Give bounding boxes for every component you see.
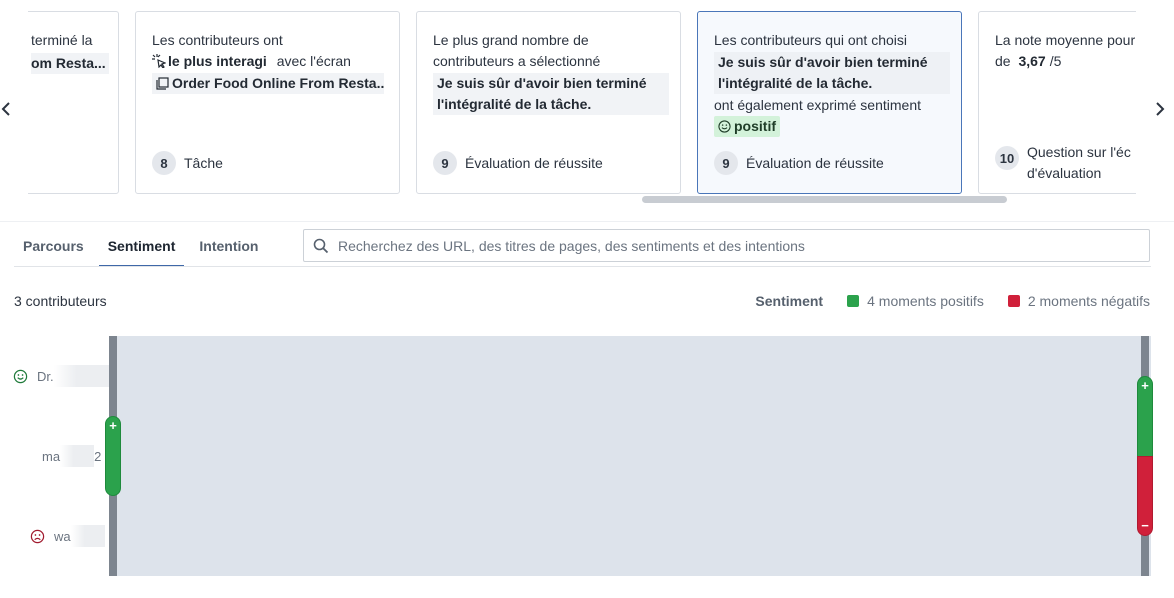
positive-moment-marker[interactable]: + — [105, 416, 121, 496]
tab-sentiment[interactable]: Sentiment — [98, 230, 185, 267]
insight-card[interactable]: terminé la om Resta... — [28, 11, 119, 194]
contributor-name-suffix: 2 — [94, 448, 102, 464]
card-category: Évaluation de réussite — [746, 155, 884, 171]
sentiment-timeline — [109, 336, 1151, 576]
insight-card[interactable]: La note moyenne pour de 3,67/5 10 Questi… — [978, 11, 1136, 194]
answer-pill: Je suis sûr d'avoir bien terminé l'intég… — [433, 73, 669, 115]
search-box — [303, 229, 1150, 262]
search-icon — [313, 238, 329, 254]
card-category: Évaluation de réussite — [465, 155, 603, 171]
card-category: Question sur l'éc — [1027, 144, 1131, 160]
card-category-2: d'évaluation — [1027, 165, 1102, 181]
contributor-row[interactable]: wa — [30, 525, 105, 547]
magic-cursor-icon — [152, 54, 167, 69]
minus-icon: − — [1141, 518, 1149, 533]
contributor-name: ma — [42, 448, 61, 464]
legend-negative-label: 2 moments négatifs — [1027, 293, 1150, 309]
redacted-name — [60, 445, 95, 467]
card-pill: om Resta... — [31, 53, 109, 74]
rating-value: 3,67 — [1018, 53, 1046, 69]
card-text: terminé la — [31, 32, 93, 48]
count-badge: 8 — [152, 151, 176, 175]
card-text: Le plus grand nombre de contributeurs a … — [433, 32, 601, 69]
redacted-name — [53, 365, 110, 387]
screen-pill: Order Food Online From Resta... — [172, 75, 384, 91]
tab-intention[interactable]: Intention — [190, 230, 267, 267]
redacted-name — [70, 525, 105, 547]
positive-moment-marker[interactable]: + — [1137, 376, 1153, 458]
search-input[interactable] — [338, 230, 1138, 261]
insight-card[interactable]: Les contributeurs ont le plus interagi a… — [135, 11, 400, 194]
insight-card[interactable]: Le plus grand nombre de contributeurs a … — [416, 11, 681, 194]
card-text-2: ont également exprimé sentiment — [714, 97, 921, 113]
count-badge: 9 — [714, 151, 738, 175]
contributor-name: wa — [54, 528, 71, 544]
negative-swatch — [1007, 295, 1020, 307]
contributor-name: Dr. — [37, 368, 54, 384]
legend-positive[interactable]: 4 moments positifs — [847, 293, 984, 309]
plus-icon: + — [1141, 378, 1149, 393]
card-text-de: de — [995, 53, 1011, 69]
contributor-row[interactable]: Dr. — [13, 365, 110, 387]
screen-icon — [156, 77, 169, 90]
sentiment-pill: positif — [734, 118, 776, 134]
view-tabs: Parcours Sentiment Intention — [14, 230, 274, 267]
card-category: Tâche — [184, 155, 223, 171]
card-text: La note moyenne pour — [995, 32, 1136, 48]
contributor-list: Dr. ma 2 wa — [0, 336, 110, 576]
interaction-pill: le plus interagi — [168, 53, 267, 69]
chevron-left-icon[interactable] — [0, 100, 14, 118]
positive-swatch — [847, 295, 860, 307]
card-text: Les contributeurs qui ont choisi — [714, 32, 907, 48]
contributor-row[interactable]: ma 2 — [42, 445, 101, 467]
negative-moment-marker[interactable]: − — [1137, 456, 1153, 536]
section-divider — [0, 221, 1174, 222]
count-badge: 10 — [995, 146, 1019, 170]
insights-carousel: terminé la om Resta... Les contributeurs… — [0, 0, 1174, 222]
cards-viewport: terminé la om Resta... Les contributeurs… — [28, 11, 1136, 194]
sentiment-legend: Sentiment 4 moments positifs 2 moments n… — [755, 293, 1150, 309]
legend-negative[interactable]: 2 moments négatifs — [1007, 293, 1150, 309]
tabs-divider — [14, 266, 1151, 267]
insight-card-selected[interactable]: Les contributeurs qui ont choisi Je suis… — [697, 11, 962, 194]
tab-parcours[interactable]: Parcours — [14, 230, 93, 267]
legend-title: Sentiment — [755, 293, 824, 309]
smile-icon — [13, 369, 28, 383]
rating-suffix: /5 — [1049, 53, 1062, 69]
contributor-count: 3 contributeurs — [14, 293, 107, 309]
plus-icon: + — [109, 418, 117, 433]
legend-positive-label: 4 moments positifs — [867, 293, 984, 309]
frown-icon — [30, 529, 45, 543]
horizontal-scrollbar[interactable] — [642, 196, 1007, 203]
answer-pill: Je suis sûr d'avoir bien terminé l'intég… — [714, 52, 950, 94]
smile-icon — [718, 120, 731, 133]
card-text-mid: avec l'écran — [276, 53, 351, 69]
chevron-right-icon[interactable] — [1152, 100, 1166, 118]
count-badge: 9 — [433, 151, 457, 175]
card-text: Les contributeurs ont — [152, 32, 283, 48]
